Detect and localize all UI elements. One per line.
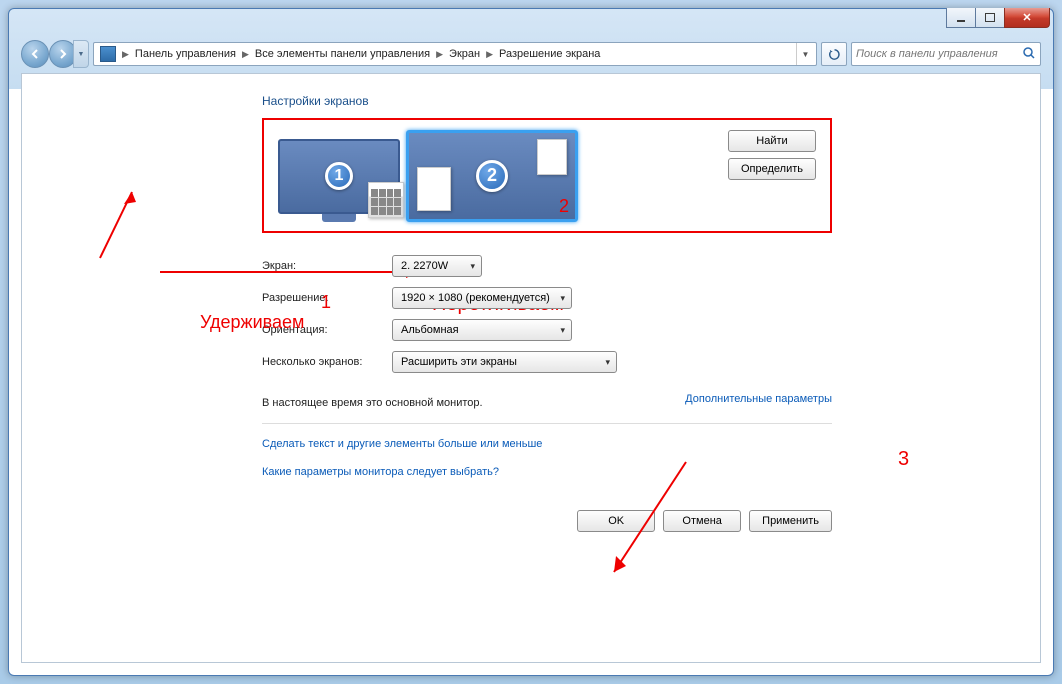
window-thumb-icon [537,139,567,175]
refresh-button[interactable] [821,42,847,66]
identify-button[interactable]: Определить [728,158,816,180]
search-icon[interactable] [1022,46,1036,63]
screen-label: Экран: [262,260,392,272]
monitor-side-buttons: Найти Определить [728,130,816,180]
cancel-button[interactable]: Отмена [663,510,741,532]
breadcrumb-item[interactable]: Разрешение экрана [495,46,604,62]
monitor-stand [322,214,356,222]
search-box[interactable] [851,42,1041,66]
separator [262,423,832,424]
address-bar[interactable]: ▶ Панель управления ▶ Все элементы панел… [93,42,817,66]
address-dropdown[interactable]: ▼ [796,43,814,65]
back-button[interactable] [21,40,49,68]
ok-button[interactable]: OK [577,510,655,532]
resolution-row: Разрешение: 1920 × 1080 (рекомендуется) [262,287,1000,309]
content-area: Настройки экранов 1 [21,73,1041,663]
annotation-num-1: 1 [321,292,331,313]
search-input[interactable] [856,48,1022,60]
close-button[interactable] [1004,8,1050,28]
advanced-link[interactable]: Дополнительные параметры [685,393,832,405]
maximize-button[interactable] [975,8,1005,28]
action-buttons: OK Отмена Применить [262,510,832,532]
monitor2-num: 2 [476,160,508,192]
nav-history-button[interactable]: ▼ [73,40,89,68]
monitor1-num: 1 [325,162,353,190]
breadcrumb-sep: ▶ [484,49,495,60]
multidisplay-row: Несколько экранов: Расширить эти экраны [262,351,1000,373]
monitor2[interactable]: 2 2 [406,130,578,222]
page-title: Настройки экранов [262,94,1000,108]
monitor-arrangement[interactable]: 1 2 2 [262,118,832,233]
breadcrumb-item[interactable]: Панель управления [131,46,240,62]
window-thumb-icon [368,182,404,218]
multi-label: Несколько экранов: [262,356,392,368]
find-button[interactable]: Найти [728,130,816,152]
window-frame: ▼ ▶ Панель управления ▶ Все элементы пан… [8,8,1054,676]
annotation-hold: Удерживаем [200,312,304,333]
breadcrumb-item[interactable]: Все элементы панели управления [251,46,434,62]
screen-select[interactable]: 2. 2270W [392,255,482,277]
annotation-num-3: 3 [898,448,909,471]
orientation-row: Ориентация: Альбомная [262,319,1000,341]
annotation-arrow-1 [92,182,152,272]
monitor1[interactable]: 1 [278,139,400,214]
breadcrumb-item[interactable]: Экран [445,46,484,62]
window-thumb-icon [417,167,451,211]
whichmonitor-link[interactable]: Какие параметры монитора следует выбрать… [262,466,499,478]
control-panel-icon [100,46,116,62]
breadcrumb-sep: ▶ [120,49,131,60]
minimize-button[interactable] [946,8,976,28]
breadcrumb-sep: ▶ [240,49,251,60]
nav-row: ▼ ▶ Панель управления ▶ Все элементы пан… [21,39,1041,69]
screen-row: Экран: 2. 2270W [262,255,1000,277]
orientation-select[interactable]: Альбомная [392,319,572,341]
nav-buttons: ▼ [21,40,89,68]
main-monitor-note: В настоящее время это основной монитор. [262,397,483,409]
breadcrumb-sep: ▶ [434,49,445,60]
apply-button[interactable]: Применить [749,510,832,532]
window-controls [947,8,1050,28]
annotation-num-2: 2 [559,196,569,217]
resolution-select[interactable]: 1920 × 1080 (рекомендуется) [392,287,572,309]
multidisplay-select[interactable]: Расширить эти экраны [392,351,617,373]
textsize-link[interactable]: Сделать текст и другие элементы больше и… [262,438,542,450]
